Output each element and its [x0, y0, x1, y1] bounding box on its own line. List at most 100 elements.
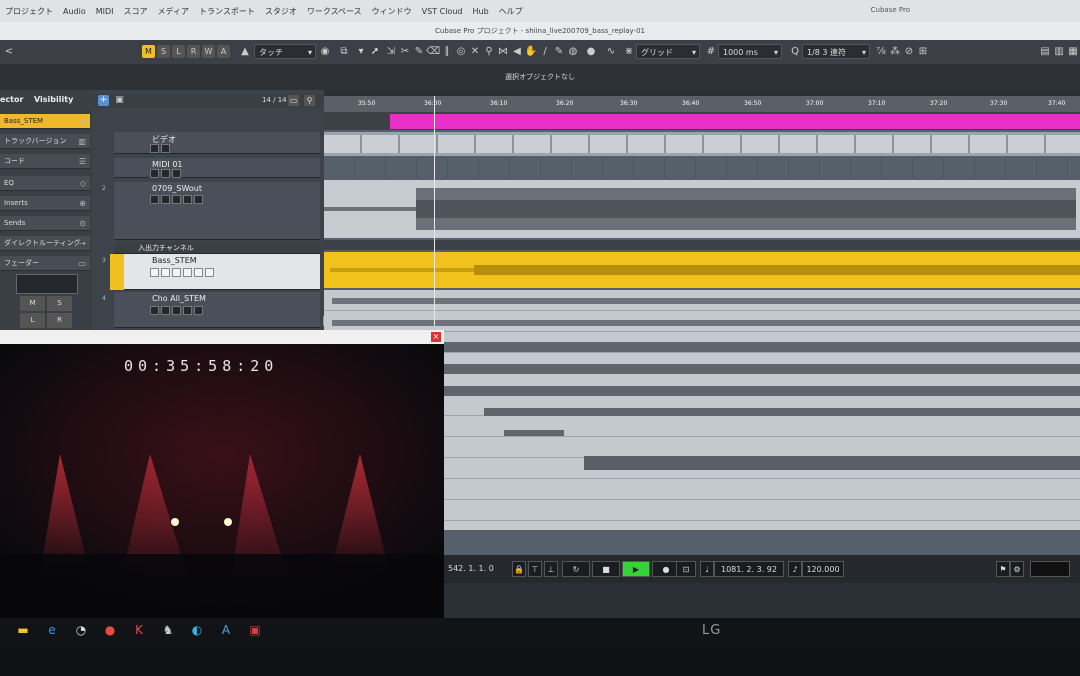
track-cho-all-stem[interactable]: 4 Cho All_STEM	[102, 292, 320, 328]
clock-icon[interactable]: ◔	[72, 622, 90, 638]
grid-type-select[interactable]: グリッド ▾	[636, 44, 700, 59]
inspector-section-chord[interactable]: コード ☰	[0, 154, 90, 169]
read-button[interactable]	[172, 306, 181, 315]
solo-button[interactable]	[161, 144, 170, 153]
playhead-cursor[interactable]	[434, 96, 435, 326]
crop-icon[interactable]: ⊞	[916, 44, 930, 59]
listen-mode-button[interactable]: L	[172, 45, 185, 58]
grid-value-select[interactable]: 1000 ms ▾	[718, 44, 782, 59]
play-tool-icon[interactable]: ◀	[510, 44, 524, 59]
menu-audio[interactable]: Audio	[58, 7, 91, 16]
monitor-button[interactable]	[205, 268, 214, 277]
quantize-apply-icon[interactable]: ⅞	[874, 44, 888, 59]
video-title-bar[interactable]	[0, 330, 444, 344]
track-video[interactable]: ビデオ	[114, 132, 320, 154]
ie-icon[interactable]: e	[43, 622, 61, 638]
range-select-icon[interactable]: ⇲	[384, 44, 398, 59]
menu-score[interactable]: スコア	[119, 6, 153, 17]
draw-icon[interactable]: ✎	[412, 44, 426, 59]
mute-button[interactable]: M	[20, 296, 45, 311]
edit-button[interactable]	[194, 195, 203, 204]
object-select-icon[interactable]: ➚	[368, 44, 382, 59]
track-0709-swout[interactable]: 2 0709_SWout	[102, 182, 320, 240]
add-track-icon[interactable]: +	[98, 95, 109, 106]
listen-button[interactable]: L	[20, 313, 45, 328]
cycle-button[interactable]: ↻	[562, 561, 590, 577]
metronome-icon[interactable]: ⊡	[676, 561, 696, 577]
menu-media[interactable]: メディア	[153, 6, 194, 17]
pencil-icon[interactable]: ✎	[552, 44, 566, 59]
app-icon[interactable]: K	[130, 622, 148, 638]
punch-in-icon[interactable]: ⊤	[528, 561, 542, 577]
menu-workspace[interactable]: ワークスペース	[302, 6, 367, 17]
glue-icon[interactable]: ∥	[440, 44, 454, 59]
erase-icon[interactable]: ⌫	[426, 44, 440, 59]
mute-button[interactable]	[150, 169, 159, 178]
write-button[interactable]	[183, 268, 192, 277]
constrain-delay-icon[interactable]: ◉	[318, 44, 332, 59]
mute-tool-icon[interactable]: ✕	[468, 44, 482, 59]
automation-mode-button[interactable]: A	[217, 45, 230, 58]
mute-button[interactable]	[150, 306, 159, 315]
waveform-swout[interactable]	[324, 180, 1080, 238]
menu-window[interactable]: ウィンドウ	[367, 6, 417, 17]
edit-button[interactable]	[194, 306, 203, 315]
link-icon[interactable]: ⧉	[337, 44, 351, 59]
palette-icon[interactable]: ●	[584, 44, 598, 59]
left-locator[interactable]: 542. 1. 1. 0	[448, 561, 508, 577]
dog-icon[interactable]: ♞	[159, 622, 177, 638]
menu-midi[interactable]: MIDI	[91, 7, 119, 16]
punch-out-icon[interactable]: ⊥	[544, 561, 558, 577]
mute-button[interactable]	[150, 195, 159, 204]
folder-icon[interactable]: ▣	[114, 95, 125, 106]
close-icon[interactable]: ×	[431, 332, 441, 342]
layout-right-icon[interactable]: ▥	[1052, 44, 1066, 59]
solo-button[interactable]	[161, 268, 170, 277]
solo-button[interactable]: S	[47, 296, 72, 311]
inspector-section-sends[interactable]: Sends ⊙	[0, 216, 90, 231]
inspector-track-name[interactable]: Bass_STEM e	[0, 114, 90, 129]
write-button[interactable]	[183, 195, 192, 204]
edge-icon[interactable]: ◐	[188, 622, 206, 638]
read-button[interactable]	[172, 268, 181, 277]
file-explorer-icon[interactable]: ▬	[14, 622, 32, 638]
folder-io-channels[interactable]: 入出力チャンネル	[114, 242, 320, 254]
read-button[interactable]	[172, 169, 181, 178]
search-icon[interactable]: ⚲	[304, 95, 315, 106]
quantize-select[interactable]: 1/8 3 連符 ▾	[802, 44, 870, 59]
solo-button[interactable]	[161, 195, 170, 204]
dropdown-icon[interactable]: ▾	[354, 44, 368, 59]
line-icon[interactable]: /	[538, 44, 552, 59]
solo-button[interactable]	[161, 169, 170, 178]
lock-icon[interactable]: 🔒	[512, 561, 526, 577]
automation-mode-select[interactable]: タッチ ▾	[254, 44, 316, 59]
menu-transport[interactable]: トランスポート	[194, 6, 260, 17]
inspector-section-fader[interactable]: フェーダー ▭	[0, 256, 90, 271]
read-button[interactable]: R	[47, 313, 72, 328]
a-icon[interactable]: A	[217, 622, 235, 638]
snap-type-icon[interactable]: ⋇	[622, 44, 636, 59]
mute-button[interactable]	[150, 268, 159, 277]
fader-display[interactable]	[16, 274, 78, 294]
tab-inspector[interactable]: ector	[0, 93, 23, 107]
split-icon[interactable]: ✂	[398, 44, 412, 59]
read-button[interactable]	[172, 195, 181, 204]
menu-studio[interactable]: スタジオ	[260, 6, 302, 17]
layout-bottom-icon[interactable]: ▦	[1066, 44, 1080, 59]
read-mode-button[interactable]: R	[187, 45, 200, 58]
flag-icon[interactable]: ⚑	[996, 561, 1010, 577]
color-icon[interactable]: ◍	[566, 44, 580, 59]
video-thumbnails[interactable]	[324, 135, 1080, 153]
menu-vst-cloud[interactable]: VST Cloud	[417, 7, 468, 16]
chrome-icon[interactable]: ●	[101, 622, 119, 638]
write-button[interactable]	[183, 306, 192, 315]
zoom-icon[interactable]: ◎	[454, 44, 468, 59]
track-midi-01[interactable]: MIDI 01	[114, 158, 320, 178]
quantize-settings-icon[interactable]: ⁂	[888, 44, 902, 59]
track-bass-stem[interactable]: 3 Bass_STEM	[102, 254, 320, 290]
mute-mode-button[interactable]: M	[142, 45, 155, 58]
mute-button[interactable]	[150, 144, 159, 153]
window-icon[interactable]: ▣	[246, 622, 264, 638]
edit-button[interactable]	[194, 268, 203, 277]
solo-button[interactable]	[161, 306, 170, 315]
